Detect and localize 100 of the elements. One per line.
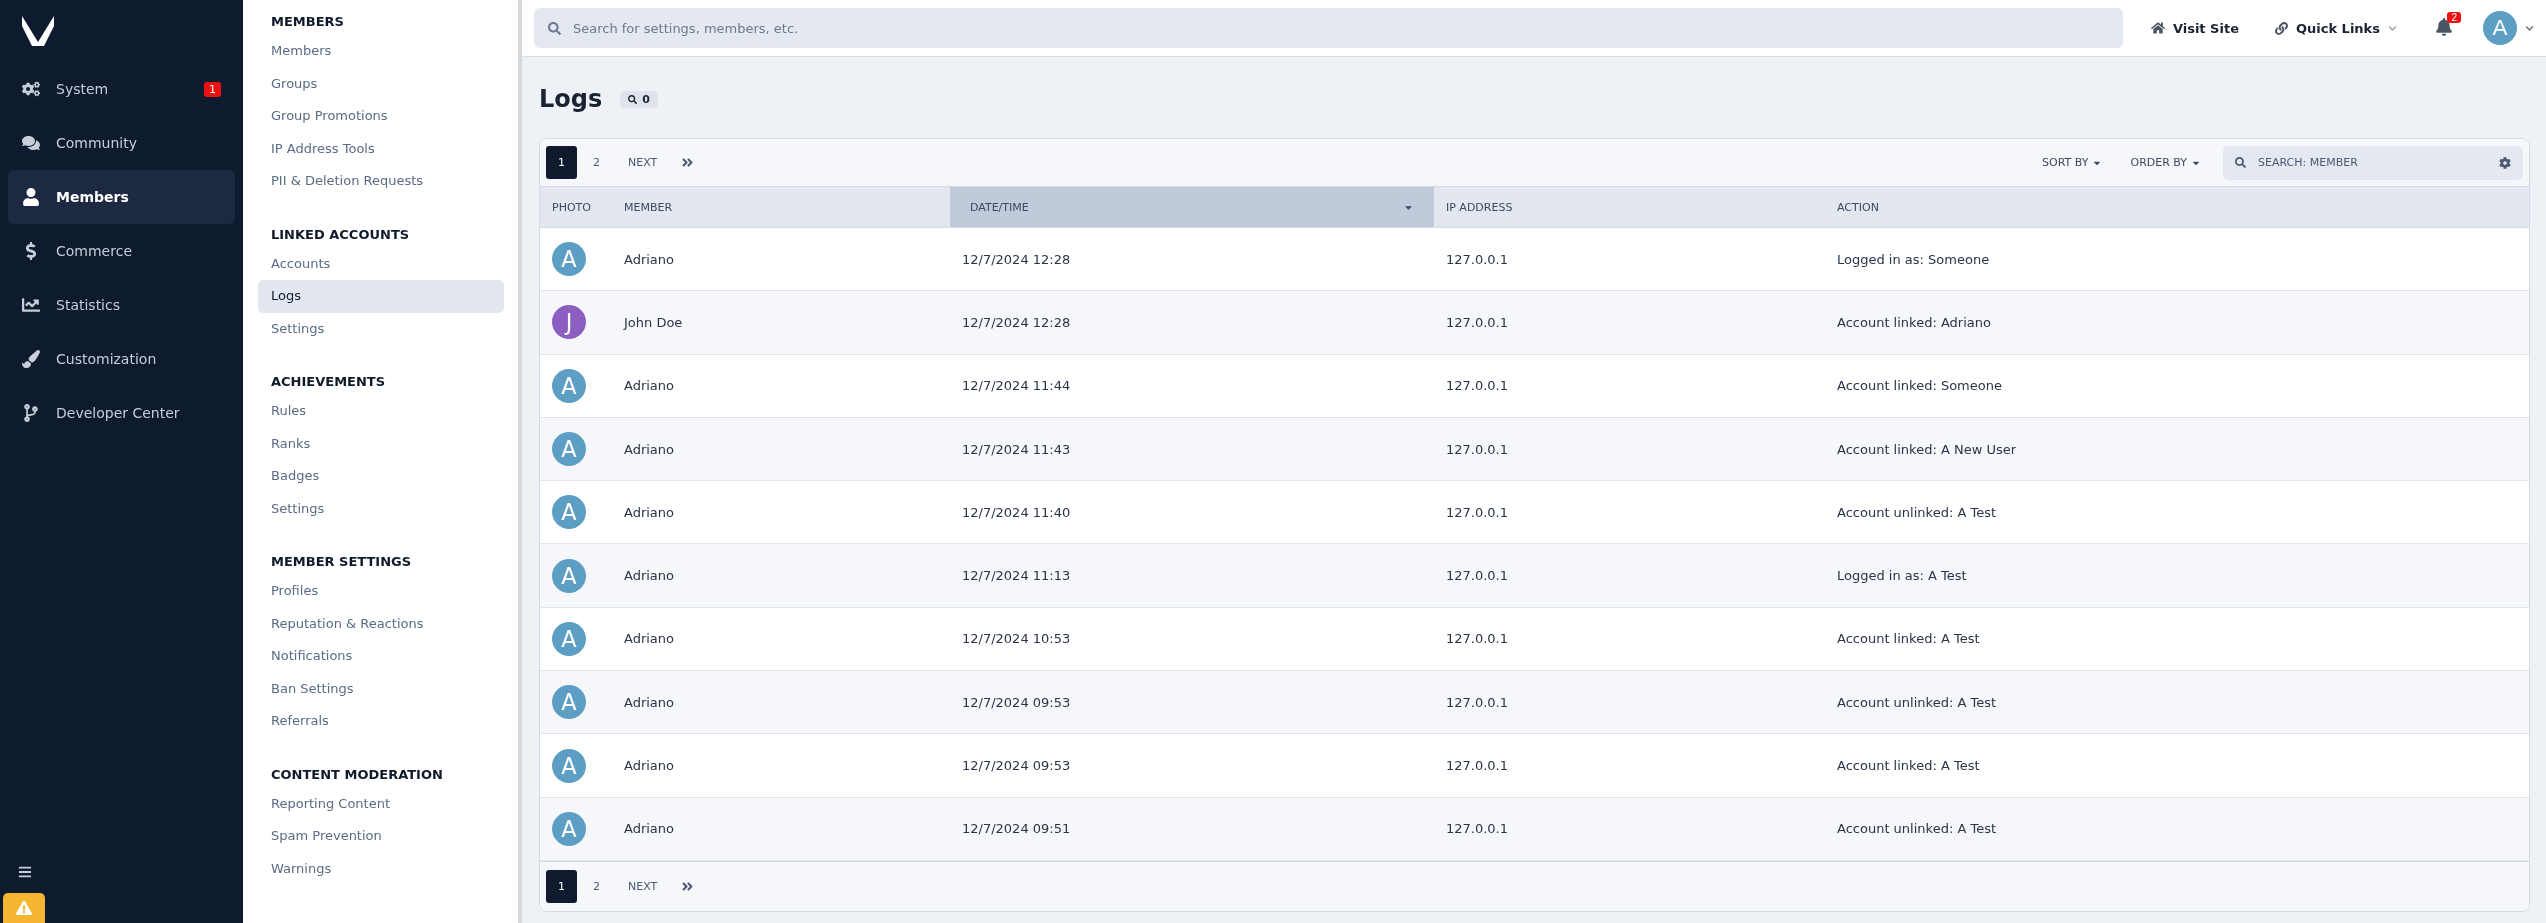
sub-nav-item[interactable]: Settings [258,492,504,525]
member-cell-text: Adriano [623,631,676,647]
member-cell-text: John Doe [622,314,684,330]
order-by-dropdown[interactable]: ORDER BY [2118,156,2213,169]
chevron-down-icon [2388,23,2397,33]
page-button[interactable]: 1 [546,869,577,903]
nav-item[interactable]: Members [8,170,235,224]
sort-by-dropdown[interactable]: SORT BY [2030,156,2115,169]
count-badge: 2 [2447,11,2461,23]
nav-item[interactable]: Statistics [8,278,235,332]
member-avatar: J [552,305,586,340]
action-cell-text: Account unlinked: A Test [1836,694,1997,710]
ip-cell-text: 127.0.0.1 [1445,631,1510,647]
user-icon [22,188,40,206]
member-avatar: A [552,748,586,783]
sub-nav-item[interactable]: IP Address Tools [258,132,504,165]
datetime-cell-text: 12/7/2024 11:44 [961,378,1072,394]
sub-nav-item[interactable]: PII & Deletion Requests [258,165,504,198]
page-title: Logs [539,85,603,113]
next-button[interactable]: NEXT [616,869,670,903]
sub-nav-item[interactable]: Rules [258,395,504,428]
link-icon [2274,21,2288,35]
sub-nav-item[interactable]: Ban Settings [258,672,504,705]
logo-icon [22,16,54,46]
sub-nav-item[interactable]: Accounts [258,247,504,280]
sub-nav-item[interactable]: Spam Prevention [258,820,504,853]
sub-nav-item[interactable]: Groups [258,67,504,100]
datetime-cell-text: 12/7/2024 12:28 [961,314,1072,330]
action-cell-text: Account linked: A New User [1836,441,2018,457]
search-icon [548,21,561,35]
next-button[interactable]: NEXT [616,146,670,179]
ip-cell-text: 127.0.0.1 [1445,314,1510,330]
datetime-cell-text: 12/7/2024 11:13 [961,568,1072,584]
member-cell-text: Adriano [623,441,676,457]
sub-nav-item[interactable]: Reputation & Reactions [258,607,504,640]
column-header[interactable]: ACTION [1825,187,2529,227]
action-cell-text: Account linked: Someone [1836,378,2003,394]
page-button[interactable]: 2 [581,869,612,903]
member-avatar: A [552,242,586,277]
bell-icon [2435,17,2453,36]
sub-nav-item[interactable]: Ranks [258,427,504,460]
action-cell-text: Account linked: Adriano [1836,314,1992,330]
member-avatar: A [552,432,586,467]
ip-cell-text: 127.0.0.1 [1445,504,1510,520]
datetime-cell-text: 12/7/2024 09:51 [961,821,1072,837]
datetime-cell-text: 12/7/2024 09:53 [961,758,1072,773]
search-icon [628,94,638,104]
user-avatar: A [2483,11,2517,45]
datetime-cell-text: 12/7/2024 09:53 [961,694,1072,710]
ip-cell-text: 127.0.0.1 [1445,378,1510,394]
nav-item[interactable]: Community [8,116,235,170]
sub-nav-item[interactable]: Logs [258,280,504,313]
sub-nav-item[interactable]: Badges [258,460,504,493]
column-header[interactable]: DATE/TIME [950,187,1434,227]
column-header[interactable]: IP ADDRESS [1434,187,1825,227]
member-avatar: A [552,621,586,656]
ip-cell-text: 127.0.0.1 [1445,568,1510,584]
action-cell-text: Account unlinked: A Test [1836,821,1997,837]
nav-item[interactable]: Commerce [8,224,235,278]
sub-nav-item[interactable]: Notifications [258,640,504,673]
action-cell-text: Account linked: A Test [1836,758,1981,773]
quick-links-dropdown[interactable]: Quick Links [2266,20,2405,36]
action-cell-text: Account unlinked: A Test [1836,504,1997,520]
line-chart-icon [22,296,40,314]
ip-cell-text: 127.0.0.1 [1445,251,1510,267]
notifications-button[interactable]: 2 [2425,13,2463,43]
nav-item[interactable]: System 1 [8,62,235,116]
ip-cell-text: 127.0.0.1 [1445,821,1510,837]
chat-bubbles-icon [22,134,40,152]
sub-nav-item[interactable]: Settings [258,312,504,345]
sub-nav-item[interactable]: Reporting Content [258,787,504,820]
search-count-chip[interactable]: 0 [620,90,658,108]
chevron-down-icon [2525,23,2534,33]
nav-item[interactable]: Customization [8,332,235,386]
table-search-field[interactable]: SEARCH: MEMBER [2223,145,2523,180]
sub-nav-item[interactable]: Members [258,35,504,68]
branch-icon [22,404,40,422]
member-avatar: A [552,368,586,403]
column-header[interactable]: MEMBER [612,187,950,227]
double-chevron-icon [681,156,695,169]
page-button[interactable]: 1 [546,146,577,179]
action-cell-text: Account linked: A Test [1836,631,1981,647]
member-cell-text: Adriano [623,378,676,394]
search-icon [2235,157,2246,168]
action-cell-text: Logged in as: Someone [1836,251,1991,267]
search-field[interactable]: Search for settings, members, etc. [534,8,2123,48]
gears-icon [22,80,40,98]
sub-nav-item[interactable]: Group Promotions [258,100,504,133]
nav-item[interactable]: Developer Center [8,386,235,440]
section-heading: MEMBERS [270,13,345,31]
visit-site-link[interactable]: Visit Site [2142,20,2247,36]
settings-icon[interactable] [2499,156,2511,169]
member-avatar: A [552,685,586,720]
menu-icon[interactable] [18,865,32,879]
page-button[interactable]: 2 [581,146,612,179]
sub-nav-item[interactable]: Profiles [258,575,504,608]
column-header[interactable]: PHOTO [540,187,612,227]
sub-nav-item[interactable]: Referrals [258,705,504,738]
datetime-cell-text: 12/7/2024 11:43 [961,441,1072,457]
sub-nav-item[interactable]: Warnings [258,852,504,885]
